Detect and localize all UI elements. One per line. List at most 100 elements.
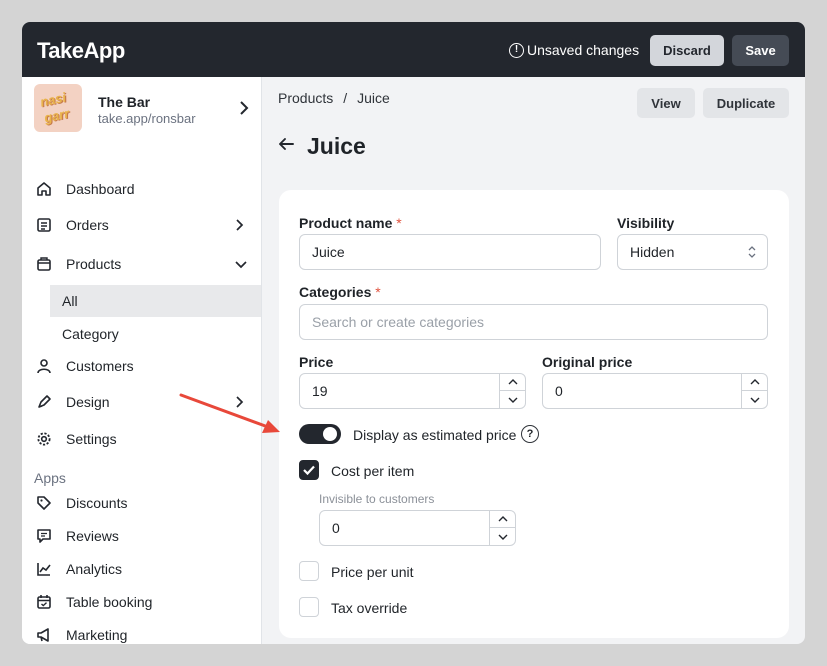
- message-icon: [35, 527, 53, 545]
- price-input[interactable]: 19: [299, 373, 526, 409]
- sidebar-item-label: Reviews: [66, 528, 119, 544]
- sidebar-item-label: Dashboard: [66, 181, 135, 197]
- chevron-down-icon: [498, 534, 507, 540]
- sidebar-subitem-all[interactable]: All: [50, 285, 261, 317]
- price-stepper: [499, 374, 525, 408]
- breadcrumb-parent[interactable]: Products: [278, 90, 333, 106]
- annotation-arrow: [179, 393, 280, 433]
- chevron-up-icon: [750, 379, 759, 385]
- product-form-card: Product name * Juice Visibility Hidden C…: [279, 190, 789, 638]
- tax-override-label: Tax override: [331, 600, 408, 616]
- unsaved-text: Unsaved changes: [527, 42, 640, 58]
- sidebar-item-marketing[interactable]: Marketing: [22, 620, 262, 644]
- sidebar-item-label: Analytics: [66, 561, 123, 577]
- product-name-label: Product name *: [299, 215, 402, 231]
- sidebar-item-label: Marketing: [66, 627, 128, 643]
- sidebar-item-label: Table booking: [66, 594, 153, 610]
- sidebar-item-label: Products: [66, 256, 122, 272]
- pen-icon: [35, 393, 53, 411]
- products-icon: [35, 255, 53, 273]
- breadcrumb-current: Juice: [357, 90, 390, 106]
- cost-stepper: [489, 511, 515, 545]
- store-avatar: nasi garr: [34, 84, 82, 132]
- orders-icon: [35, 216, 53, 234]
- top-bar: TakeApp ! Unsaved changes Discard Save: [22, 22, 805, 77]
- gear-icon: [35, 430, 53, 448]
- chevron-right-icon: [240, 101, 249, 115]
- chart-icon: [35, 560, 53, 578]
- sidebar-item-customers[interactable]: Customers: [22, 351, 262, 381]
- sidebar-item-dashboard[interactable]: Dashboard: [22, 174, 262, 204]
- decrement-button[interactable]: [500, 391, 525, 408]
- duplicate-button[interactable]: Duplicate: [703, 88, 789, 118]
- cost-per-item-label: Cost per item: [331, 463, 415, 479]
- increment-button[interactable]: [742, 374, 767, 391]
- chevron-down-icon: [750, 397, 759, 403]
- store-switcher[interactable]: nasi garr The Bar take.app/ronsbar: [34, 84, 254, 134]
- chevron-up-icon: [508, 379, 517, 385]
- checkmark-icon: [303, 465, 315, 476]
- sidebar-item-discounts[interactable]: Discounts: [22, 488, 262, 518]
- original-price-label: Original price: [542, 354, 633, 370]
- product-name-label-text: Product name: [299, 215, 393, 231]
- store-url: take.app/ronsbar: [98, 111, 196, 126]
- alert-circle-icon: !: [509, 42, 524, 58]
- help-icon[interactable]: ?: [521, 425, 539, 443]
- decrement-button[interactable]: [490, 528, 515, 545]
- sidebar-item-label: Settings: [66, 431, 117, 447]
- estimated-price-toggle[interactable]: [299, 424, 341, 444]
- price-per-unit-checkbox[interactable]: [299, 561, 319, 581]
- visibility-select[interactable]: Hidden: [617, 234, 768, 270]
- toggle-knob: [323, 427, 337, 441]
- home-icon: [35, 180, 53, 198]
- original-price-input[interactable]: 0: [542, 373, 768, 409]
- price-per-unit-label: Price per unit: [331, 564, 414, 580]
- cost-hint: Invisible to customers: [319, 492, 435, 506]
- page-title: Juice: [307, 133, 366, 159]
- breadcrumb-separator: /: [343, 90, 348, 106]
- price-label: Price: [299, 354, 334, 370]
- breadcrumb: Products / Juice: [278, 90, 390, 106]
- tax-override-checkbox[interactable]: [299, 597, 319, 617]
- main-content: Products / Juice View Duplicate Juice Prod…: [263, 77, 805, 644]
- sidebar: nasi garr The Bar take.app/ronsbar Dashbo…: [22, 77, 262, 644]
- chevron-right-icon: [236, 219, 244, 231]
- visibility-label: Visibility: [617, 215, 675, 231]
- visibility-value: Hidden: [630, 244, 675, 260]
- sidebar-item-orders[interactable]: Orders: [22, 210, 262, 240]
- sidebar-item-analytics[interactable]: Analytics: [22, 554, 262, 584]
- unsaved-indicator: ! Unsaved changes: [509, 42, 639, 58]
- cost-value: 0: [332, 520, 340, 536]
- select-caret-icon: [748, 246, 756, 258]
- required-mark: *: [375, 284, 381, 300]
- sidebar-item-label: Customers: [66, 358, 134, 374]
- sidebar-item-products[interactable]: Products: [22, 249, 262, 279]
- sidebar-item-reviews[interactable]: Reviews: [22, 521, 262, 551]
- discard-button[interactable]: Discard: [650, 35, 724, 66]
- tag-icon: [35, 494, 53, 512]
- chevron-down-icon: [235, 261, 247, 269]
- increment-button[interactable]: [490, 511, 515, 528]
- view-button[interactable]: View: [637, 88, 695, 118]
- sidebar-item-label: Orders: [66, 217, 109, 233]
- apps-section-label: Apps: [34, 470, 66, 486]
- decrement-button[interactable]: [742, 391, 767, 408]
- original-price-stepper: [741, 374, 767, 408]
- sidebar-subitem-category[interactable]: Category: [50, 318, 261, 350]
- categories-input[interactable]: Search or create categories: [299, 304, 768, 340]
- categories-label: Categories *: [299, 284, 381, 300]
- app-window: TakeApp ! Unsaved changes Discard Save n…: [22, 22, 805, 644]
- megaphone-icon: [35, 626, 53, 644]
- save-button[interactable]: Save: [732, 35, 789, 66]
- cost-per-item-checkbox[interactable]: [299, 460, 319, 480]
- estimated-price-label: Display as estimated price: [353, 427, 517, 443]
- app-logo[interactable]: TakeApp: [37, 38, 125, 64]
- required-mark: *: [396, 215, 402, 231]
- original-price-value: 0: [555, 383, 563, 399]
- cost-input[interactable]: 0: [319, 510, 516, 546]
- sidebar-item-table-booking[interactable]: Table booking: [22, 587, 262, 617]
- back-arrow-icon[interactable]: [277, 136, 295, 152]
- increment-button[interactable]: [500, 374, 525, 391]
- store-name: The Bar: [98, 94, 151, 110]
- product-name-input[interactable]: Juice: [299, 234, 601, 270]
